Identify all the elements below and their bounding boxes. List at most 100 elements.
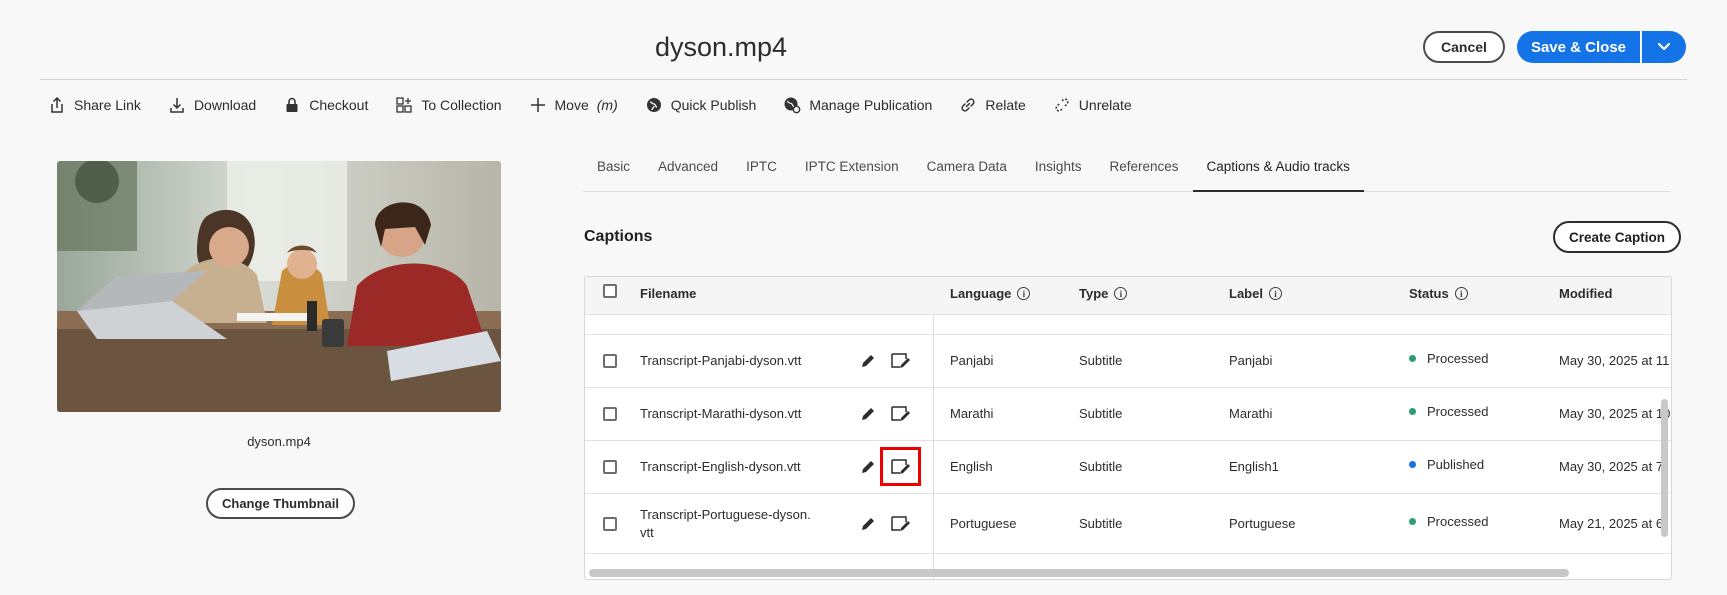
row-status: Processed [1409, 404, 1488, 419]
tab-insights[interactable]: Insights [1021, 150, 1096, 191]
info-icon[interactable]: i [1454, 287, 1468, 300]
table-row [585, 315, 1671, 335]
column-filename[interactable]: Filename [640, 286, 696, 301]
row-modified: May 30, 2025 at 7 [1559, 459, 1664, 474]
row-checkbox[interactable] [603, 517, 617, 531]
unrelate-button[interactable]: Unrelate [1053, 94, 1132, 116]
row-type: Subtitle [1079, 353, 1123, 368]
download-icon [170, 98, 184, 113]
table-row[interactable]: Transcript-Panjabi-dyson.vtt Panjabi Sub… [585, 335, 1671, 388]
row-type: Subtitle [1079, 459, 1123, 474]
row-type: Subtitle [1079, 406, 1123, 421]
move-button[interactable]: Move (m) [529, 94, 618, 116]
column-modified[interactable]: Modified [1559, 286, 1612, 301]
status-dot [1409, 408, 1416, 416]
action-toolbar: Share Link Download Checkout To Collecti… [48, 94, 1159, 116]
edit-caption-icon[interactable] [890, 403, 912, 425]
create-caption-button[interactable]: Create Caption [1553, 221, 1682, 253]
info-icon[interactable]: i [1268, 287, 1282, 300]
row-checkbox[interactable] [603, 407, 617, 421]
column-language[interactable]: Language i [950, 286, 1031, 301]
checkout-button[interactable]: Checkout [283, 94, 368, 116]
highlight-box [880, 447, 921, 486]
change-thumbnail-button[interactable]: Change Thumbnail [206, 488, 355, 519]
tab-references[interactable]: References [1095, 150, 1192, 191]
row-checkbox[interactable] [603, 460, 617, 474]
vertical-scrollbar[interactable] [1661, 399, 1668, 537]
relate-button[interactable]: Relate [959, 94, 1026, 116]
share-link-label: Share Link [74, 97, 141, 113]
share-link-button[interactable]: Share Link [48, 94, 141, 116]
row-language: Portuguese [950, 516, 1017, 531]
save-button-group: Save & Close [1516, 31, 1686, 63]
column-type[interactable]: Type i [1079, 286, 1128, 301]
tab-advanced[interactable]: Advanced [644, 150, 732, 191]
edit-icon[interactable] [857, 513, 879, 535]
row-type: Subtitle [1079, 516, 1123, 531]
row-label: Portuguese [1229, 516, 1296, 531]
to-collection-label: To Collection [421, 97, 502, 113]
unlink-icon [1055, 98, 1069, 112]
table-row[interactable]: Transcript-Marathi-dyson.vtt Marathi Sub… [585, 388, 1671, 441]
page-title: dyson.mp4 [655, 32, 788, 62]
row-status: Processed [1409, 351, 1488, 366]
edit-icon[interactable] [857, 456, 879, 478]
row-status: Processed [1409, 514, 1488, 529]
collection-icon [396, 97, 413, 113]
tab-iptc-extension[interactable]: IPTC Extension [791, 150, 913, 191]
quick-publish-label: Quick Publish [670, 97, 757, 113]
row-filename: Transcript-English-dyson.vtt [640, 459, 801, 474]
globe-gear-icon [784, 97, 801, 114]
unrelate-label: Unrelate [1078, 97, 1132, 113]
save-options-button[interactable] [1642, 31, 1686, 63]
status-dot [1409, 355, 1416, 363]
save-close-button[interactable]: Save & Close [1516, 31, 1640, 63]
metadata-tabs: Basic Advanced IPTC IPTC Extension Camer… [583, 150, 1671, 192]
edit-icon[interactable] [857, 350, 879, 372]
to-collection-button[interactable]: To Collection [395, 94, 502, 116]
captions-heading: Captions [584, 228, 653, 245]
quick-publish-button[interactable]: Quick Publish [645, 94, 757, 116]
share-icon [51, 96, 63, 113]
row-filename: Transcript-Marathi-dyson.vtt [640, 406, 802, 421]
edit-icon[interactable] [857, 403, 879, 425]
lock-icon [286, 97, 298, 112]
globe-icon [646, 98, 661, 112]
column-label[interactable]: Label i [1229, 286, 1282, 301]
row-label: Panjabi [1229, 353, 1273, 368]
row-modified: May 30, 2025 at 10 [1559, 406, 1671, 421]
column-status[interactable]: Status i [1409, 286, 1468, 301]
checkout-label: Checkout [309, 97, 369, 113]
download-label: Download [193, 97, 257, 113]
table-header: Filename Language i Type i Label i Status i … [585, 277, 1671, 315]
info-icon[interactable]: i [1017, 287, 1031, 300]
row-label: Marathi [1229, 406, 1273, 421]
edit-caption-icon[interactable] [890, 350, 912, 372]
tab-captions-audio[interactable]: Captions & Audio tracks [1192, 150, 1365, 192]
edit-caption-icon[interactable] [890, 513, 912, 535]
cancel-button[interactable]: Cancel [1423, 31, 1505, 63]
horizontal-scrollbar[interactable] [589, 569, 1569, 577]
column-divider [933, 315, 934, 579]
header-actions: Cancel Save & Close [1423, 31, 1686, 63]
tab-iptc[interactable]: IPTC [732, 150, 791, 191]
move-shortcut: (m) [596, 97, 618, 113]
status-dot [1409, 518, 1416, 526]
info-icon[interactable]: i [1114, 287, 1128, 300]
row-checkbox[interactable] [603, 354, 617, 368]
table-row[interactable]: Transcript-Portuguese-dyson.vtt Portugue… [585, 494, 1671, 554]
row-modified: May 30, 2025 at 11 [1559, 353, 1670, 368]
row-filename: Transcript-Panjabi-dyson.vtt [640, 353, 802, 368]
link-icon [961, 98, 975, 112]
tab-basic[interactable]: Basic [583, 150, 644, 191]
row-language: English [950, 459, 993, 474]
manage-publication-button[interactable]: Manage Publication [783, 94, 932, 116]
header-divider [40, 79, 1687, 80]
tab-camera-data[interactable]: Camera Data [913, 150, 1021, 191]
row-filename: Transcript-Portuguese-dyson.vtt [640, 507, 811, 540]
table-row[interactable]: Transcript-English-dyson.vtt English Sub… [585, 441, 1671, 494]
chevron-down-icon [1658, 43, 1670, 51]
asset-filename: dyson.mp4 [247, 434, 311, 449]
download-button[interactable]: Download [168, 94, 256, 116]
select-all-checkbox[interactable] [603, 284, 617, 298]
